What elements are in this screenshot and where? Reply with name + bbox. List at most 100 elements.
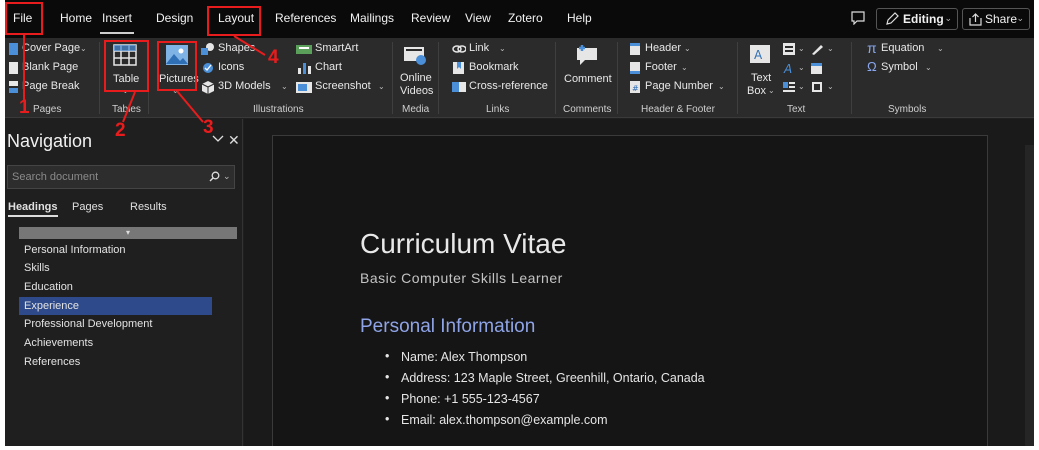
annotation-number-2: 2 [115,120,126,141]
blank-page-icon [9,62,18,74]
nav-tab-headings[interactable]: Headings [8,201,58,217]
list-item[interactable]: Name: Alex Thompson [385,349,705,371]
annotation-box-table [104,40,149,92]
group-divider [438,42,439,114]
tab-view[interactable]: View [465,11,491,25]
word-window: File Home Insert Design Layout Reference… [5,0,1034,446]
nav-tab-results[interactable]: Results [130,201,167,213]
chevron-down-icon: ⌄ [499,44,506,53]
page-break-icon [9,81,18,93]
chevron-down-icon: ⌄ [684,44,691,53]
quick-parts-icon[interactable] [783,43,795,55]
tab-insert[interactable]: Insert [99,11,135,34]
share-icon [969,13,982,26]
heading-item-experience[interactable]: Experience [19,297,212,315]
share-button[interactable]: Share ⌄ [962,8,1030,30]
heading-item-achievements[interactable]: Achievements [19,334,212,352]
chevron-down-icon: ⌄ [681,63,688,72]
svg-text:A: A [754,48,763,62]
comments-icon[interactable] [850,11,866,25]
tab-help[interactable]: Help [567,11,592,25]
navigation-title: Navigation [7,131,93,151]
page-break-label: Page Break [22,80,80,92]
group-divider [851,42,852,114]
text-box-icon: A [750,45,770,63]
shapes-icon [201,43,214,55]
editing-label: Editing [903,12,944,26]
list-item[interactable]: Email: alex.thompson@example.com [385,412,705,434]
heading-item-personal-information[interactable]: Personal Information [19,241,212,259]
annotation-box-pictures [157,41,197,91]
chart-icon [298,63,311,74]
pane-options-chevron-icon[interactable] [212,133,224,143]
vertical-scrollbar[interactable] [1025,145,1034,446]
tab-home[interactable]: Home [60,11,92,25]
page-number-label: Page Number [645,80,713,92]
annotation-number-1: 1 [19,97,30,118]
section-heading-personal-information[interactable]: Personal Information [360,316,535,338]
document-canvas: Curriculum Vitae Basic Computer Skills L… [244,119,1034,446]
chevron-down-icon: ⌄ [937,44,944,53]
date-time-icon[interactable] [811,62,823,74]
collapse-headings-bar[interactable]: ▾ [19,227,237,239]
screenshot-icon [296,82,312,93]
menu-bar: File Home Insert Design Layout Reference… [5,0,1034,38]
heading-item-references[interactable]: References [19,353,212,371]
heading-item-education[interactable]: Education [19,278,212,296]
annotation-box-layout [207,6,261,36]
footer-label: Footer [645,61,677,73]
chevron-down-icon: ⌄ [718,82,725,91]
tab-zotero[interactable]: Zotero [508,11,543,25]
footer-icon [630,62,640,74]
pi-icon: π [867,40,877,56]
object-icon[interactable] [811,81,823,93]
chart-label: Chart [315,61,342,73]
group-divider [737,42,738,114]
cover-page-label: Cover Page [22,42,81,54]
blank-page-label: Blank Page [22,61,79,73]
signature-line-icon[interactable] [811,43,823,55]
document-subtitle[interactable]: Basic Computer Skills Learner [360,270,563,286]
editing-mode-button[interactable]: Editing ⌄ [876,8,958,30]
comments-group-label: Comments [563,104,612,115]
online-videos-label-line1: Online [400,72,432,84]
chevron-down-icon: ⌄ [378,82,385,91]
group-divider [555,42,556,114]
tab-mailings[interactable]: Mailings [350,11,394,25]
navigation-pane: Navigation ✕ ⌄ Headings Pages Results ▾ … [5,119,243,446]
wordart-icon[interactable]: A [783,62,795,74]
online-videos-icon [404,47,426,65]
nav-tab-pages[interactable]: Pages [72,201,103,213]
text-group-label: Text [787,104,806,115]
tab-references[interactable]: References [275,11,336,25]
icons-gallery-icon [203,63,213,73]
tab-review[interactable]: Review [411,11,450,25]
new-comment-icon [577,45,597,65]
heading-item-professional-development[interactable]: Professional Development [19,315,212,333]
group-divider [392,42,393,114]
document-page[interactable]: Curriculum Vitae Basic Computer Skills L… [272,135,988,446]
drop-cap-icon[interactable] [783,81,795,93]
group-divider [99,42,100,114]
close-icon[interactable]: ✕ [228,132,240,149]
link-icon [452,45,466,53]
list-item[interactable]: Phone: +1 555-123-4567 [385,391,705,413]
smartart-icon [296,45,312,54]
svg-text:A: A [783,62,792,74]
shapes-label: Shapes [218,42,256,54]
document-title[interactable]: Curriculum Vitae [360,228,566,260]
heading-item-skills[interactable]: Skills [19,259,212,277]
svg-text:#: # [632,84,639,93]
search-input[interactable] [8,166,188,188]
search-icon[interactable] [209,171,220,182]
chevron-down-icon: ⌄ [827,44,834,53]
search-document-field[interactable]: ⌄ [7,165,235,189]
personal-info-list: Name: Alex Thompson Address: 123 Maple S… [385,349,705,434]
list-item[interactable]: Address: 123 Maple Street, Greenhill, On… [385,370,705,392]
chevron-down-icon: ⌄ [798,63,805,72]
tab-design[interactable]: Design [156,11,193,25]
pages-group-label: Pages [33,104,62,115]
chevron-down-icon[interactable]: ⌄ [223,171,231,182]
chevron-down-icon: ⌄ [281,82,288,91]
links-group-label: Links [486,104,510,115]
